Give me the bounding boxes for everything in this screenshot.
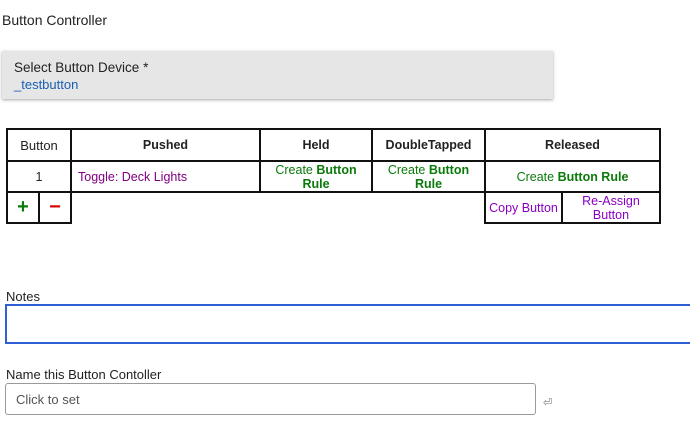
enter-icon: ⏎: [543, 397, 553, 409]
rule-prefix: Create: [387, 162, 429, 177]
select-button-device[interactable]: Select Button Device * _testbutton: [2, 51, 553, 99]
controls-row: + − Copy Button Re-Assign Button: [6, 191, 661, 224]
held-create-rule-link[interactable]: Create Button Rule: [259, 160, 373, 193]
page-title: Button Controller: [2, 12, 108, 28]
device-label: Select Button Device *: [14, 60, 149, 75]
device-value-link[interactable]: _testbutton: [14, 77, 78, 92]
reassign-button[interactable]: Re-Assign Button: [561, 193, 659, 222]
released-create-rule-link[interactable]: Create Button Rule: [484, 160, 661, 193]
rule-prefix: Create: [516, 169, 558, 184]
empty-cell: [70, 191, 486, 223]
copy-button[interactable]: Copy Button: [486, 193, 561, 222]
header-button: Button: [6, 128, 72, 162]
header-held: Held: [259, 128, 373, 162]
button-table: Button Pushed Held DoubleTapped Released…: [6, 128, 661, 224]
doubletapped-create-rule-link[interactable]: Create Button Rule: [371, 160, 486, 193]
name-input[interactable]: Click to set: [5, 383, 536, 415]
add-remove-cell: + −: [6, 191, 72, 224]
header-released: Released: [484, 128, 661, 162]
notes-label: Notes: [6, 289, 40, 304]
header-doubletapped: DoubleTapped: [371, 128, 486, 162]
button-number: 1: [6, 160, 72, 193]
table-header-row: Button Pushed Held DoubleTapped Released: [6, 128, 661, 162]
rule-prefix: Create: [275, 162, 317, 177]
name-label: Name this Button Contoller: [6, 367, 162, 382]
pushed-action-link[interactable]: Toggle: Deck Lights: [70, 160, 261, 193]
rule-bold: Button Rule: [557, 169, 629, 184]
add-button[interactable]: +: [8, 193, 38, 222]
table-row: 1 Toggle: Deck Lights Create Button Rule…: [6, 160, 661, 193]
copy-reassign-cell: Copy Button Re-Assign Button: [484, 191, 661, 224]
header-pushed: Pushed: [70, 128, 261, 162]
remove-button[interactable]: −: [38, 193, 70, 222]
notes-input[interactable]: [5, 304, 690, 344]
